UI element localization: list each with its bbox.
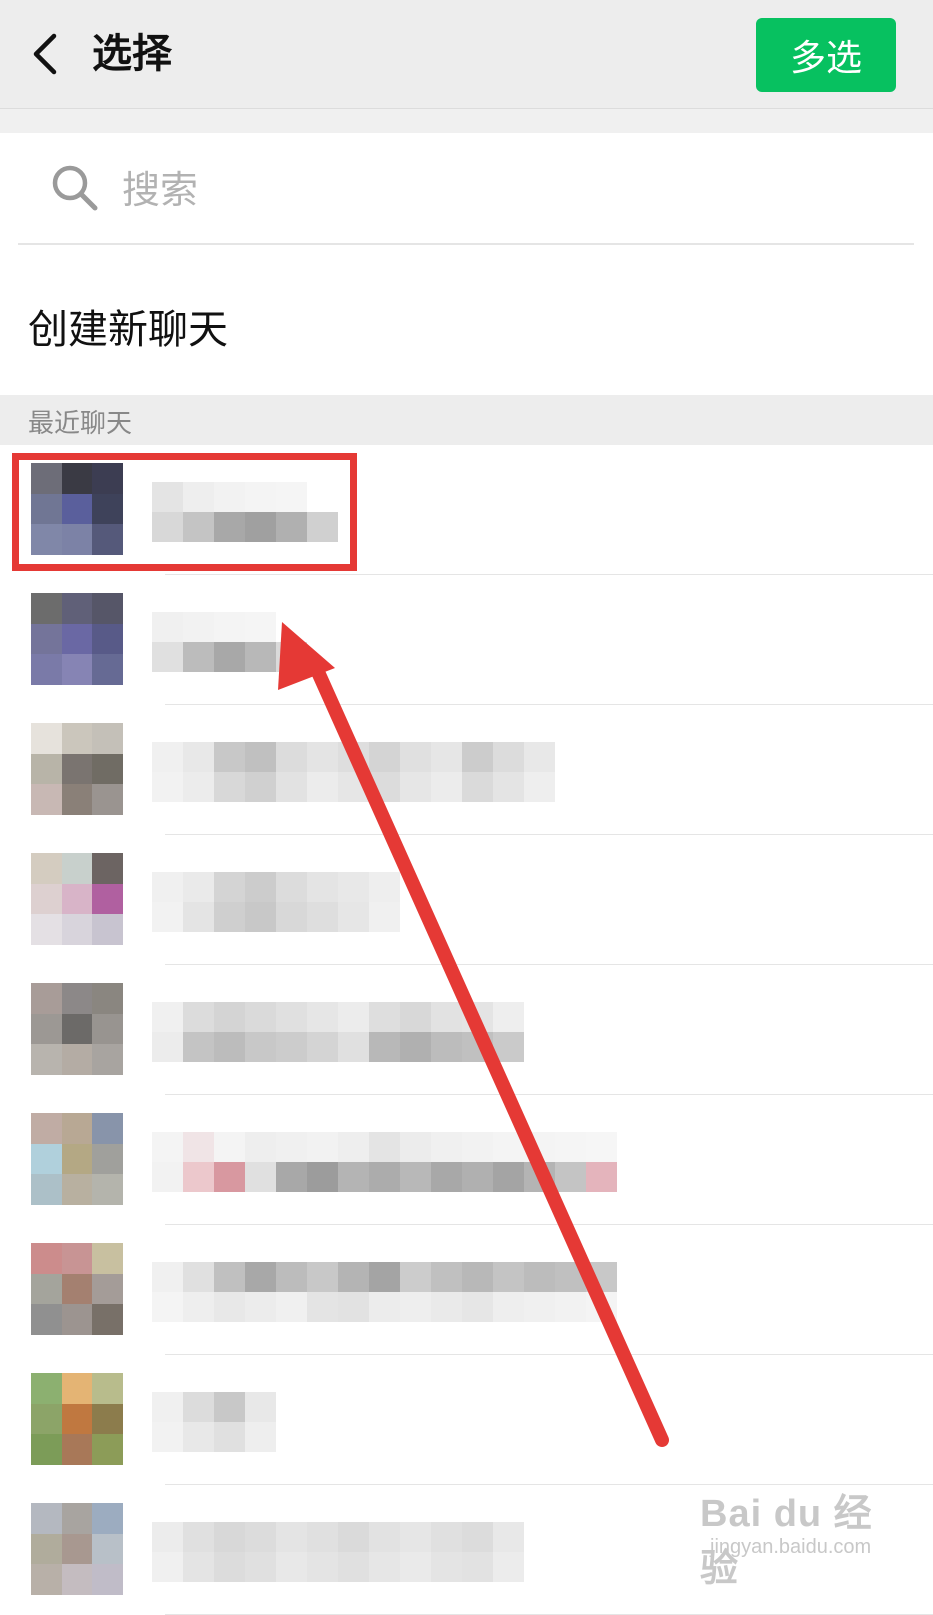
chat-row[interactable]	[0, 1225, 933, 1355]
create-new-chat-label: 创建新聊天	[28, 307, 228, 353]
back-arrow-icon[interactable]	[28, 30, 64, 78]
chat-row[interactable]	[0, 445, 933, 575]
chat-row[interactable]	[0, 965, 933, 1095]
chat-name-blurred	[152, 727, 555, 817]
avatar	[31, 463, 123, 555]
chat-row[interactable]	[0, 1355, 933, 1485]
baidu-watermark: Bai du 经验 jingyan.baidu.com	[700, 1468, 910, 1590]
page-title: 选择	[92, 31, 172, 77]
chat-name-blurred	[152, 1117, 617, 1207]
search-input[interactable]	[120, 159, 884, 221]
multi-select-button[interactable]: 多选	[756, 18, 896, 92]
header-gap	[0, 109, 933, 133]
avatar	[31, 1373, 123, 1465]
search-bar[interactable]	[0, 133, 933, 245]
chat-name-blurred	[152, 467, 338, 557]
chat-name-blurred	[152, 1377, 276, 1467]
create-new-chat-item[interactable]: 创建新聊天	[0, 245, 933, 395]
avatar	[31, 1243, 123, 1335]
avatar	[31, 1503, 123, 1595]
avatar	[31, 983, 123, 1075]
avatar	[31, 593, 123, 685]
chat-name-blurred	[152, 597, 307, 687]
recent-chat-list	[0, 445, 933, 1615]
chat-row[interactable]	[0, 705, 933, 835]
chat-name-blurred	[152, 857, 400, 947]
chat-name-blurred	[152, 987, 524, 1077]
avatar	[31, 853, 123, 945]
avatar	[31, 723, 123, 815]
recent-chats-label: 最近聊天	[28, 409, 133, 439]
chat-row[interactable]	[0, 575, 933, 705]
watermark-url: jingyan.baidu.com	[710, 1536, 872, 1558]
chat-name-blurred	[152, 1507, 524, 1597]
top-bar: 选择 多选	[0, 0, 933, 109]
recent-chats-header: 最近聊天	[0, 395, 933, 445]
search-icon	[52, 165, 98, 211]
avatar	[31, 1113, 123, 1205]
chat-row[interactable]	[0, 835, 933, 965]
chat-name-blurred	[152, 1247, 617, 1337]
chat-row[interactable]	[0, 1095, 933, 1225]
